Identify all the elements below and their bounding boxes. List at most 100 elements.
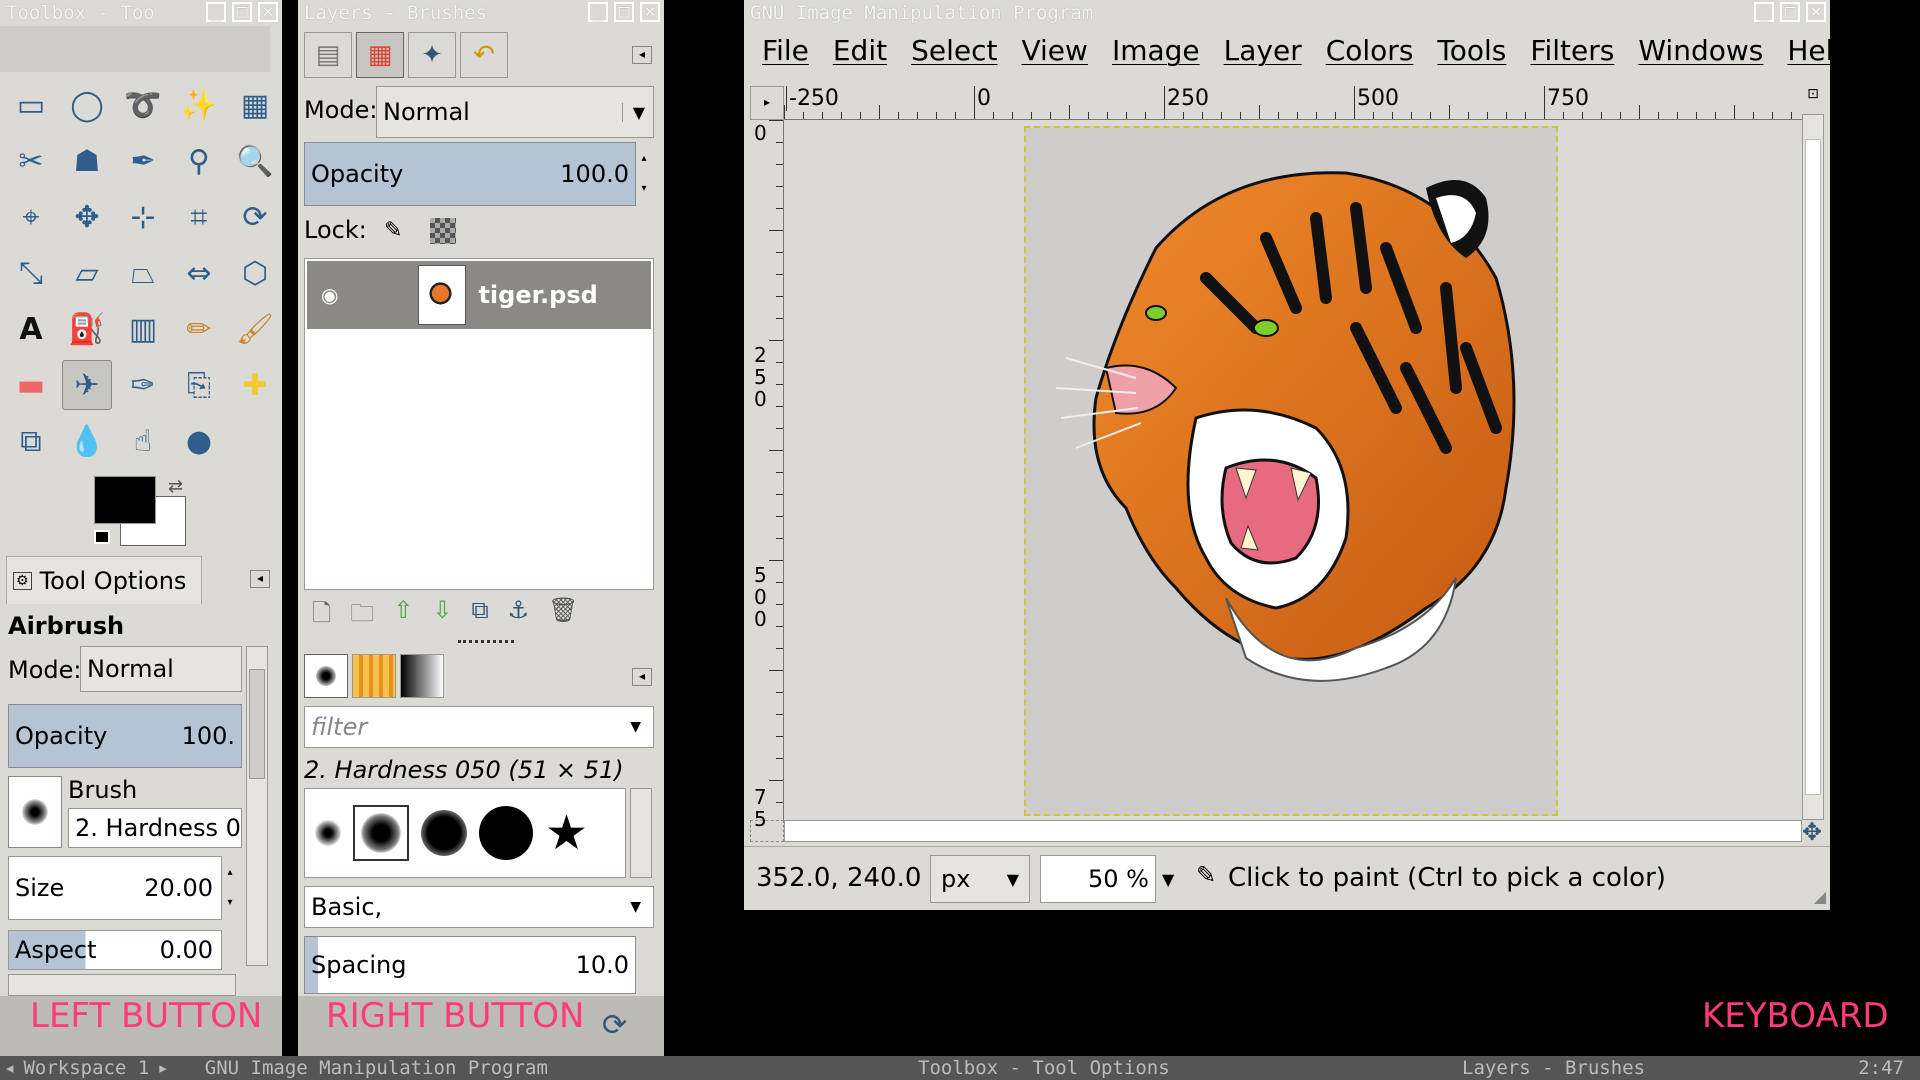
blur-icon[interactable]: 💧: [62, 416, 112, 466]
ellipse-select-icon[interactable]: ◯: [62, 80, 112, 130]
shear-icon[interactable]: ▱: [62, 248, 112, 298]
select-by-color-icon[interactable]: ▦: [230, 80, 280, 130]
tab-layers-icon[interactable]: ▦: [356, 32, 404, 78]
dock-menu-icon[interactable]: ◂: [632, 46, 652, 64]
taskbar-item-gimp[interactable]: GNU Image Manipulation Program: [205, 1057, 548, 1079]
dodge-burn-icon[interactable]: ●: [174, 416, 224, 466]
minimize-icon[interactable]: _: [1754, 2, 1774, 22]
image-canvas[interactable]: [1024, 126, 1558, 816]
new-layer-group-icon[interactable]: 🗀: [350, 596, 374, 637]
image-titlebar[interactable]: GNU Image Manipulation Program _ □ ✕: [744, 0, 1830, 26]
brush-item-selected[interactable]: [353, 805, 409, 861]
brush-item[interactable]: [479, 806, 533, 860]
menu-colors[interactable]: Colors: [1314, 34, 1426, 67]
foreground-color-swatch[interactable]: [94, 476, 156, 524]
maximize-icon[interactable]: □: [614, 2, 634, 22]
resize-grip-icon[interactable]: ◢: [1814, 887, 1826, 906]
perspective-icon[interactable]: ⏢: [118, 248, 168, 298]
refresh-brushes-icon[interactable]: ⟳: [602, 1008, 627, 1043]
workspace-prev-icon[interactable]: ◂: [4, 1057, 15, 1079]
zoom-select[interactable]: 50 % ▼: [1040, 855, 1182, 903]
tab-paths-icon[interactable]: ✦: [408, 32, 456, 78]
toolbox-titlebar[interactable]: Toolbox - Too _ □ ✕: [0, 0, 282, 26]
menu-view[interactable]: View: [1009, 34, 1099, 67]
workspace-label[interactable]: Workspace 1: [23, 1057, 149, 1079]
menu-filters[interactable]: Filters: [1518, 34, 1626, 67]
rect-select-icon[interactable]: ▭: [6, 80, 56, 130]
eraser-icon[interactable]: ▬: [6, 360, 56, 410]
menu-help[interactable]: Help: [1775, 34, 1830, 67]
spacing-slider[interactable]: Spacing 10.0: [304, 936, 636, 994]
brush-item[interactable]: [315, 820, 341, 846]
canvas-vscrollbar[interactable]: [1802, 114, 1824, 820]
close-icon[interactable]: ✕: [640, 2, 660, 22]
swap-colors-icon[interactable]: ⇄: [168, 476, 183, 497]
airbrush-icon[interactable]: ✈: [62, 360, 112, 410]
heal-icon[interactable]: ✚: [230, 360, 280, 410]
navigate-icon[interactable]: ✥: [1802, 818, 1822, 846]
tab-tool-options[interactable]: ⚙ Tool Options: [6, 556, 202, 604]
layer-name[interactable]: tiger.psd: [478, 281, 597, 309]
brush-preview-button[interactable]: [8, 776, 62, 848]
lock-alpha-icon[interactable]: [430, 218, 456, 244]
size-field[interactable]: Size 20.00: [8, 856, 222, 920]
ruler-corner[interactable]: ▸: [750, 86, 784, 120]
free-select-icon[interactable]: ➰: [118, 80, 168, 130]
tool-options-hscrollbar[interactable]: [8, 974, 236, 996]
dock-separator-handle[interactable]: [458, 640, 514, 646]
brush-tag-select[interactable]: Basic, ▼: [304, 886, 654, 928]
chevron-down-icon[interactable]: ▼: [1156, 870, 1174, 889]
color-picker-icon[interactable]: ⚲: [174, 136, 224, 186]
delete-layer-icon[interactable]: 🗑: [548, 596, 578, 637]
maximize-icon[interactable]: □: [232, 2, 252, 22]
opacity-slider[interactable]: Opacity 100.: [8, 704, 242, 768]
layers-mode-select[interactable]: Normal ▼: [376, 86, 654, 138]
menu-tools[interactable]: Tools: [1425, 34, 1518, 67]
default-colors-icon[interactable]: [94, 530, 110, 544]
align-icon[interactable]: ⊹: [118, 192, 168, 242]
size-spin-buttons[interactable]: ▴ ▾: [222, 858, 238, 918]
maximize-icon[interactable]: □: [1780, 2, 1800, 22]
canvas-area[interactable]: [784, 120, 1802, 820]
clone-icon[interactable]: ⎘: [174, 360, 224, 410]
tab-gradients-icon[interactable]: [400, 654, 444, 698]
foreground-select-icon[interactable]: ☗: [62, 136, 112, 186]
measure-icon[interactable]: ⌖: [6, 192, 56, 242]
blend-icon[interactable]: ▥: [118, 304, 168, 354]
tab-menu-icon[interactable]: ◂: [250, 570, 270, 588]
paths-icon[interactable]: ✒: [118, 136, 168, 186]
taskbar-item-toolbox[interactable]: Toolbox - Tool Options: [918, 1057, 1170, 1079]
layer-opacity-slider[interactable]: Opacity 100.0: [304, 142, 636, 206]
aspect-field[interactable]: Aspect 0.00: [8, 930, 222, 970]
brush-filter-input[interactable]: filter ▼: [304, 706, 654, 748]
close-icon[interactable]: ✕: [1806, 2, 1826, 22]
lower-layer-icon[interactable]: ⇩: [432, 596, 452, 637]
canvas-hscrollbar[interactable]: [784, 820, 1802, 842]
brushes-dock-menu-icon[interactable]: ◂: [632, 668, 652, 686]
move-icon[interactable]: ✥: [62, 192, 112, 242]
star-brush-icon[interactable]: ★: [545, 809, 588, 857]
taskbar-item-layers[interactable]: Layers - Brushes: [1462, 1057, 1645, 1079]
zoom-icon[interactable]: 🔍: [230, 136, 280, 186]
layer-row[interactable]: ◉ tiger.psd: [307, 261, 651, 329]
cage-transform-icon[interactable]: ⬡: [230, 248, 280, 298]
menu-windows[interactable]: Windows: [1626, 34, 1775, 67]
menu-layer[interactable]: Layer: [1212, 34, 1314, 67]
tab-channels-icon[interactable]: ▤: [304, 32, 352, 78]
raise-layer-icon[interactable]: ⇧: [393, 596, 413, 637]
filter-dropdown-icon[interactable]: ▼: [630, 719, 641, 735]
zoom-fit-icon[interactable]: ⊡: [1802, 86, 1824, 108]
crop-icon[interactable]: ⌗: [174, 192, 224, 242]
visibility-eye-icon[interactable]: ◉: [321, 283, 338, 307]
layers-titlebar[interactable]: Layers - Brushes _ □ ✕: [298, 0, 664, 26]
menu-select[interactable]: Select: [899, 34, 1009, 67]
text-icon[interactable]: A: [6, 304, 56, 354]
menu-file[interactable]: File: [750, 34, 821, 67]
bucket-fill-icon[interactable]: ⛽: [62, 304, 112, 354]
minimize-icon[interactable]: _: [206, 2, 226, 22]
perspective-clone-icon[interactable]: ⧉: [6, 416, 56, 466]
minimize-icon[interactable]: _: [588, 2, 608, 22]
layer-opacity-spin[interactable]: ▴ ▾: [636, 144, 652, 204]
keyboard-label[interactable]: KEYBOARD: [1702, 996, 1889, 1036]
close-icon[interactable]: ✕: [258, 2, 278, 22]
